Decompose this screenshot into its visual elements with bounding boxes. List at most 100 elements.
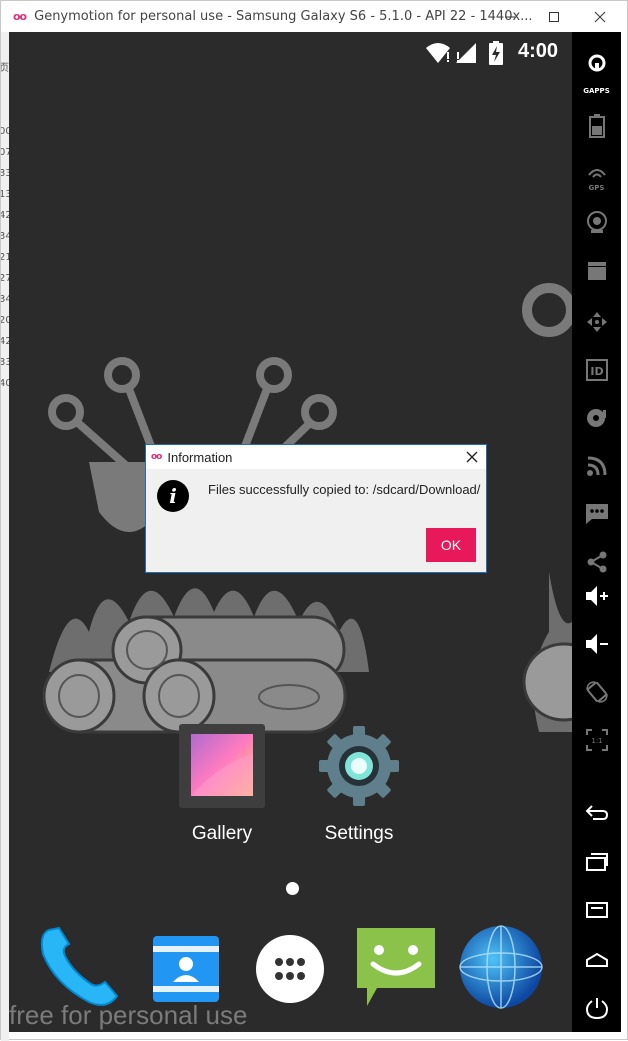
strip-text: 20 — [1, 315, 9, 326]
dialog-message: Files successfully copied to: /sdcard/Do… — [208, 482, 481, 497]
info-icon: i — [157, 480, 189, 512]
rotate-icon — [585, 681, 608, 703]
strip-text: 33 — [1, 357, 9, 368]
webcam-widget-button[interactable] — [572, 202, 621, 242]
volume-up-button[interactable] — [572, 576, 621, 616]
dpad-widget-button[interactable] — [572, 302, 621, 342]
strip-text: 42 — [1, 210, 9, 221]
svg-text:ID: ID — [590, 365, 603, 378]
webcam-icon — [586, 211, 607, 233]
messaging-icon — [357, 928, 435, 1006]
maximize-icon — [549, 11, 559, 22]
close-icon — [466, 451, 478, 463]
strip-text: 13 — [1, 189, 9, 200]
genymotion-window: oo Genymotion for personal use - Samsung… — [0, 0, 628, 1041]
strip-text: 07 — [1, 147, 9, 158]
sms-widget-button[interactable] — [572, 494, 621, 534]
rotate-button[interactable] — [572, 672, 621, 712]
genymotion-toolbar: GAPPS GPS ID 1:1 — [572, 32, 621, 1032]
settings-app-icon[interactable] — [317, 724, 401, 808]
power-icon — [585, 998, 608, 1020]
battery-widget-button[interactable] — [572, 106, 621, 146]
background-window-strip: 页 00 07 33 13 42 34 21 27 34 20 42 33 40 — [1, 32, 9, 1041]
signal-icon — [456, 43, 476, 63]
gear-icon — [319, 726, 399, 806]
clapperboard-icon — [587, 262, 606, 280]
app-drawer-icon — [256, 935, 324, 1003]
strip-text: 页 — [1, 63, 9, 74]
settings-label: Settings — [324, 823, 394, 844]
message-icon — [585, 504, 608, 524]
strip-text: 00 — [1, 126, 9, 137]
page-indicator-dot — [286, 882, 299, 895]
screencast-widget-button[interactable] — [572, 250, 621, 290]
volume-up-icon — [585, 586, 608, 606]
globe-icon — [459, 925, 543, 1009]
phone-app-icon[interactable] — [37, 924, 123, 1010]
browser-app-icon[interactable] — [459, 925, 543, 1009]
maximize-button[interactable] — [531, 1, 577, 32]
strip-text: 21 — [1, 252, 9, 263]
contacts-icon — [153, 936, 219, 1002]
gapps-icon — [588, 54, 605, 72]
home-icon — [585, 952, 608, 967]
status-bar: 4:00 — [9, 32, 572, 76]
genymotion-logo-icon: oo — [13, 10, 27, 23]
gapps-label: GAPPS — [583, 87, 610, 95]
back-button[interactable] — [572, 792, 621, 832]
ok-button[interactable]: OK — [426, 528, 476, 562]
strip-text: 33 — [1, 168, 9, 179]
gps-icon — [587, 169, 606, 178]
rss-icon — [586, 456, 606, 476]
media-widget-button[interactable] — [572, 398, 621, 438]
dialog-title: Information — [167, 449, 233, 465]
window-title: Genymotion for personal use - Samsung Ga… — [34, 9, 533, 24]
gapps-button[interactable] — [572, 43, 621, 83]
wifi-icon — [426, 43, 450, 63]
power-button[interactable] — [572, 988, 621, 1028]
strip-text: 42 — [1, 336, 9, 347]
device-id-widget-button[interactable]: ID — [572, 350, 621, 390]
minimize-button[interactable] — [487, 1, 533, 32]
gps-label: GPS — [588, 184, 605, 192]
battery-icon — [588, 114, 605, 138]
menu-button[interactable] — [572, 890, 621, 930]
watermark-text: free for personal use — [9, 1000, 248, 1030]
strip-text: 34 — [1, 294, 9, 305]
messaging-app-icon[interactable] — [355, 926, 437, 1008]
gallery-label: Gallery — [191, 823, 253, 844]
gallery-app-icon[interactable] — [179, 724, 265, 808]
strip-text: 27 — [1, 273, 9, 284]
volume-down-icon — [585, 634, 608, 654]
information-dialog: oo Information i Files successfully copi… — [145, 444, 487, 573]
back-icon — [585, 805, 608, 820]
app-drawer-button[interactable] — [255, 934, 325, 1004]
minimize-icon — [505, 16, 515, 17]
share-icon — [587, 551, 606, 573]
status-clock: 4:00 — [517, 40, 558, 62]
network-widget-button[interactable] — [572, 446, 621, 486]
strip-text: 40 — [1, 378, 9, 389]
window-titlebar: oo Genymotion for personal use - Samsung… — [1, 1, 627, 32]
dialog-titlebar: oo Information — [146, 445, 486, 469]
home-button[interactable] — [572, 940, 621, 980]
svg-text:1:1: 1:1 — [591, 737, 602, 745]
recent-apps-icon — [585, 853, 608, 871]
strip-text: 34 — [1, 231, 9, 242]
contacts-app-icon[interactable] — [149, 932, 223, 1006]
disk-icon — [586, 409, 606, 427]
recent-apps-button[interactable] — [572, 842, 621, 882]
pixel-perfect-button[interactable]: 1:1 — [572, 720, 621, 760]
close-icon — [594, 11, 606, 22]
scale-icon: 1:1 — [585, 729, 608, 751]
phone-icon — [40, 926, 119, 1006]
battery-charging-icon — [489, 41, 503, 65]
volume-down-button[interactable] — [572, 624, 621, 664]
menu-icon — [585, 902, 608, 918]
gallery-icon — [179, 724, 265, 808]
close-button[interactable] — [577, 1, 623, 32]
genymotion-logo-icon: oo — [151, 452, 162, 462]
dialog-close-button[interactable] — [466, 448, 478, 467]
dpad-icon — [586, 312, 607, 332]
id-icon: ID — [585, 359, 608, 381]
